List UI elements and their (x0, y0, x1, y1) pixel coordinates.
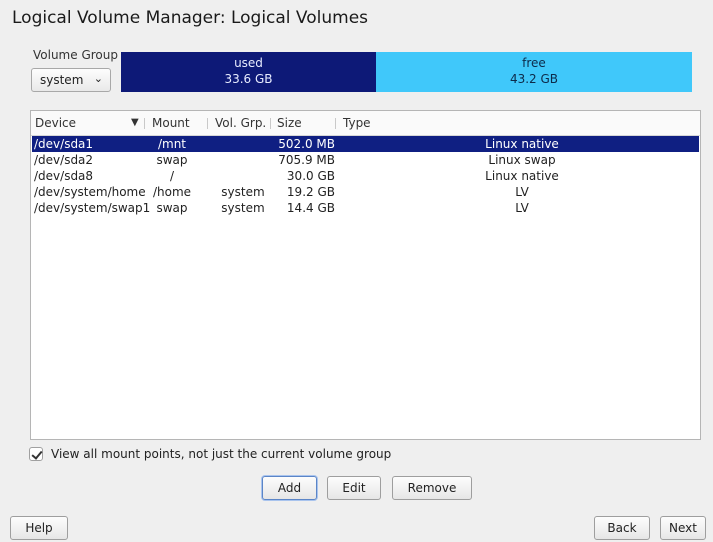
cell-mount: swap (156, 201, 188, 215)
free-size: 43.2 GB (509, 72, 559, 86)
remove-button[interactable]: Remove (392, 476, 472, 500)
cell-device: /dev/system/swap1 (34, 201, 151, 215)
cell-size: 705.9 MB (278, 153, 335, 167)
add-button[interactable]: Add (262, 476, 317, 500)
edit-button[interactable]: Edit (327, 476, 381, 500)
cell-mount: /mnt (157, 137, 187, 151)
cell-device: /dev/sda1 (34, 137, 94, 151)
free-label: free (522, 56, 546, 70)
volume-group-label: Volume Group (33, 48, 118, 62)
cell-type: LV (515, 201, 529, 215)
cell-mount: / (169, 169, 175, 183)
used-space-bar: used 33.6 GB (121, 52, 376, 92)
page-title: Logical Volume Manager: Logical Volumes (12, 8, 369, 28)
help-button[interactable]: Help (10, 516, 68, 540)
volumes-table[interactable]: Device ▼ Mount Vol. Grp. Size Type /dev/… (30, 110, 701, 440)
view-all-checkbox-label[interactable]: View all mount points, not just the curr… (51, 447, 391, 461)
volume-group-select[interactable]: system ⌄ (31, 68, 111, 92)
back-button[interactable]: Back (594, 516, 650, 540)
view-all-checkbox[interactable] (29, 447, 43, 461)
chevron-down-icon[interactable]: ▼ (131, 117, 139, 128)
column-divider (207, 118, 208, 129)
table-header: Device ▼ Mount Vol. Grp. Size Type (31, 111, 700, 136)
cell-device: /dev/system/home (34, 185, 146, 199)
cell-size: 30.0 GB (286, 169, 335, 183)
table-row[interactable]: /dev/system/swap1 swap system 14.4 GB LV (32, 200, 699, 216)
column-header-vol-grp[interactable]: Vol. Grp. (215, 116, 266, 130)
table-row[interactable]: /dev/sda1 /mnt 502.0 MB Linux native (32, 136, 699, 152)
table-row[interactable]: /dev/system/home /home system 19.2 GB LV (32, 184, 699, 200)
column-divider (270, 118, 271, 129)
cell-type: Linux native (485, 169, 559, 183)
cell-size: 19.2 GB (286, 185, 335, 199)
cell-type: Linux native (485, 137, 559, 151)
cell-type: Linux swap (488, 153, 556, 167)
cell-mount: swap (156, 153, 188, 167)
cell-mount: /home (152, 185, 192, 199)
chevron-down-icon: ⌄ (93, 72, 103, 85)
cell-device: /dev/sda2 (34, 153, 94, 167)
view-all-mount-points-option[interactable]: View all mount points, not just the curr… (29, 447, 391, 461)
cell-vol-grp: system (221, 201, 265, 215)
cell-type: LV (515, 185, 529, 199)
cell-size: 502.0 MB (278, 137, 335, 151)
free-space-bar: free 43.2 GB (376, 52, 692, 92)
next-button[interactable]: Next (660, 516, 706, 540)
table-row[interactable]: /dev/sda2 swap 705.9 MB Linux swap (32, 152, 699, 168)
used-label: used (234, 56, 263, 70)
cell-size: 14.4 GB (286, 201, 335, 215)
table-row[interactable]: /dev/sda8 / 30.0 GB Linux native (32, 168, 699, 184)
column-header-type[interactable]: Type (343, 116, 371, 130)
column-divider (335, 118, 336, 129)
column-header-device[interactable]: Device (35, 116, 76, 130)
cell-device: /dev/sda8 (34, 169, 94, 183)
cell-vol-grp: system (221, 185, 265, 199)
column-divider (144, 118, 145, 129)
used-size: 33.6 GB (224, 72, 273, 86)
volume-group-select-value: system (40, 73, 84, 87)
column-header-mount[interactable]: Mount (152, 116, 190, 130)
column-header-size[interactable]: Size (277, 116, 302, 130)
